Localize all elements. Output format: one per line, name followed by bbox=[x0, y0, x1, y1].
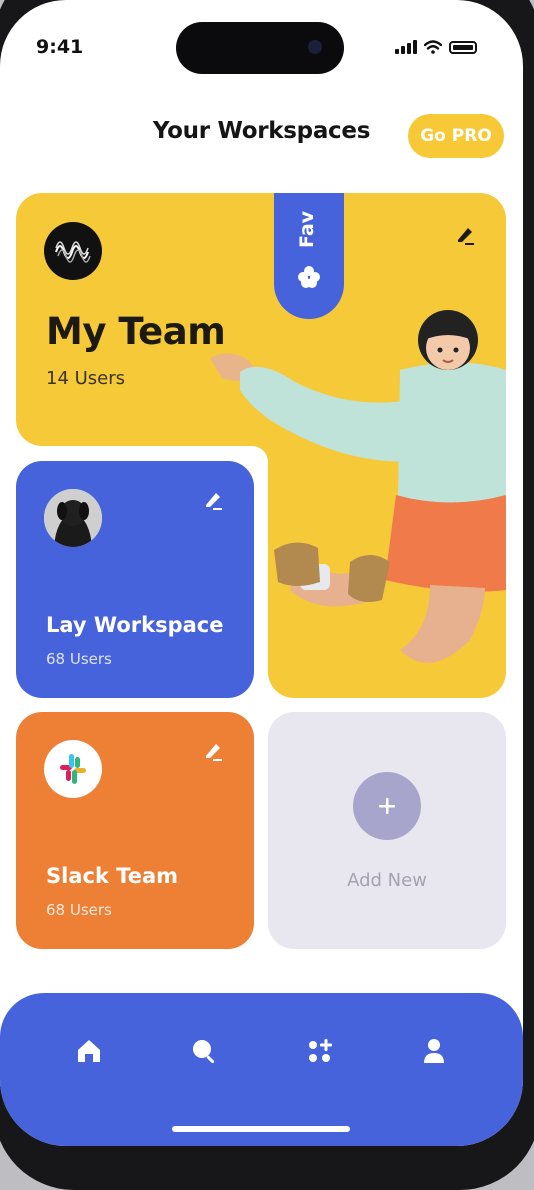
workspace-name: Lay Workspace bbox=[46, 613, 224, 637]
favorite-label: Fav bbox=[296, 210, 318, 248]
add-new-card[interactable]: Add New bbox=[268, 712, 506, 949]
edit-icon[interactable] bbox=[202, 489, 224, 511]
wifi-icon bbox=[424, 40, 442, 54]
workspace-card-slack[interactable]: Slack Team 68 Users bbox=[16, 712, 254, 949]
flower-icon bbox=[298, 266, 320, 288]
status-time: 9:41 bbox=[36, 36, 84, 58]
tab-apps[interactable] bbox=[302, 1033, 338, 1069]
workspace-card-lay[interactable]: Lay Workspace 68 Users bbox=[16, 461, 254, 698]
tab-home[interactable] bbox=[71, 1033, 107, 1069]
go-pro-button[interactable]: Go PRO bbox=[408, 114, 504, 158]
add-button[interactable] bbox=[353, 772, 421, 840]
front-camera bbox=[308, 40, 322, 54]
my-team-title: My Team bbox=[46, 310, 226, 353]
slack-logo bbox=[44, 740, 102, 798]
plus-icon bbox=[379, 798, 395, 814]
team-logo-avatar bbox=[44, 222, 102, 280]
workspace-name: Slack Team bbox=[46, 864, 179, 888]
my-team-users: 14 Users bbox=[46, 368, 126, 389]
tab-search[interactable] bbox=[186, 1033, 222, 1069]
signal-icon bbox=[395, 40, 417, 54]
profile-icon bbox=[424, 1039, 444, 1063]
status-icons bbox=[395, 40, 477, 54]
home-indicator bbox=[172, 1126, 350, 1132]
tab-profile[interactable] bbox=[416, 1033, 452, 1069]
workspace-users: 68 Users bbox=[46, 901, 112, 919]
edit-icon[interactable] bbox=[202, 740, 224, 762]
apps-add-icon bbox=[309, 1039, 332, 1062]
dog-avatar bbox=[44, 489, 102, 547]
home-icon bbox=[78, 1040, 100, 1062]
tab-bar bbox=[0, 993, 523, 1146]
workspace-users: 68 Users bbox=[46, 650, 112, 668]
app-screen: 9:41 Your Workspaces Go PRO Fav My Team … bbox=[0, 0, 523, 1146]
add-new-label: Add New bbox=[347, 870, 427, 891]
search-icon bbox=[193, 1040, 215, 1064]
edit-icon[interactable] bbox=[454, 224, 476, 246]
battery-icon bbox=[449, 41, 477, 54]
dynamic-island bbox=[176, 22, 344, 74]
